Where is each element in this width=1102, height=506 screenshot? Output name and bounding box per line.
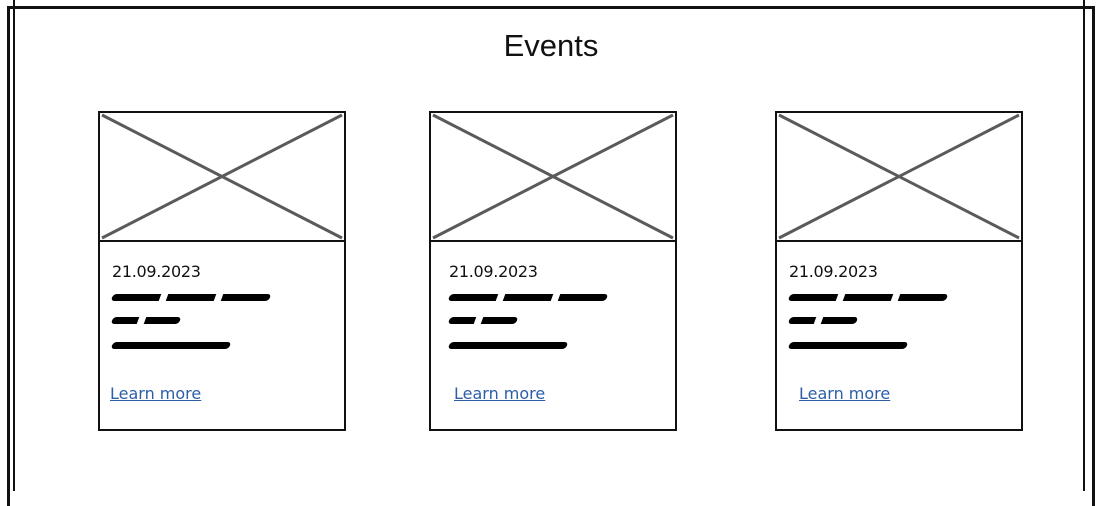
learn-more-link[interactable]: Learn more <box>799 384 890 403</box>
description-placeholder-line <box>787 316 859 325</box>
image-placeholder-icon <box>100 113 344 242</box>
image-placeholder-icon <box>101 113 343 240</box>
event-date: 21.09.2023 <box>112 262 201 281</box>
description-placeholder-line <box>110 316 182 325</box>
event-card: 21.09.2023 Learn more <box>98 111 346 431</box>
event-date: 21.09.2023 <box>449 262 538 281</box>
image-placeholder-icon <box>778 113 1020 240</box>
description-placeholder-line <box>447 316 519 325</box>
learn-more-link[interactable]: Learn more <box>454 384 545 403</box>
description-placeholder-line <box>110 293 272 302</box>
frame-inner-right-border <box>1083 0 1085 491</box>
event-card: 21.09.2023 Learn more <box>429 111 677 431</box>
learn-more-link[interactable]: Learn more <box>110 384 201 403</box>
image-placeholder-icon <box>431 113 675 242</box>
event-date: 21.09.2023 <box>789 262 878 281</box>
description-placeholder-line <box>110 342 232 349</box>
event-card: 21.09.2023 Learn more <box>775 111 1023 431</box>
frame-inner-left-border <box>13 0 15 491</box>
description-placeholder-line <box>447 342 569 349</box>
description-placeholder-line <box>787 342 909 349</box>
description-placeholder-line <box>447 293 609 302</box>
image-placeholder-icon <box>432 113 674 240</box>
description-placeholder-line <box>787 293 949 302</box>
image-placeholder-icon <box>777 113 1021 242</box>
page-title: Events <box>503 28 599 63</box>
